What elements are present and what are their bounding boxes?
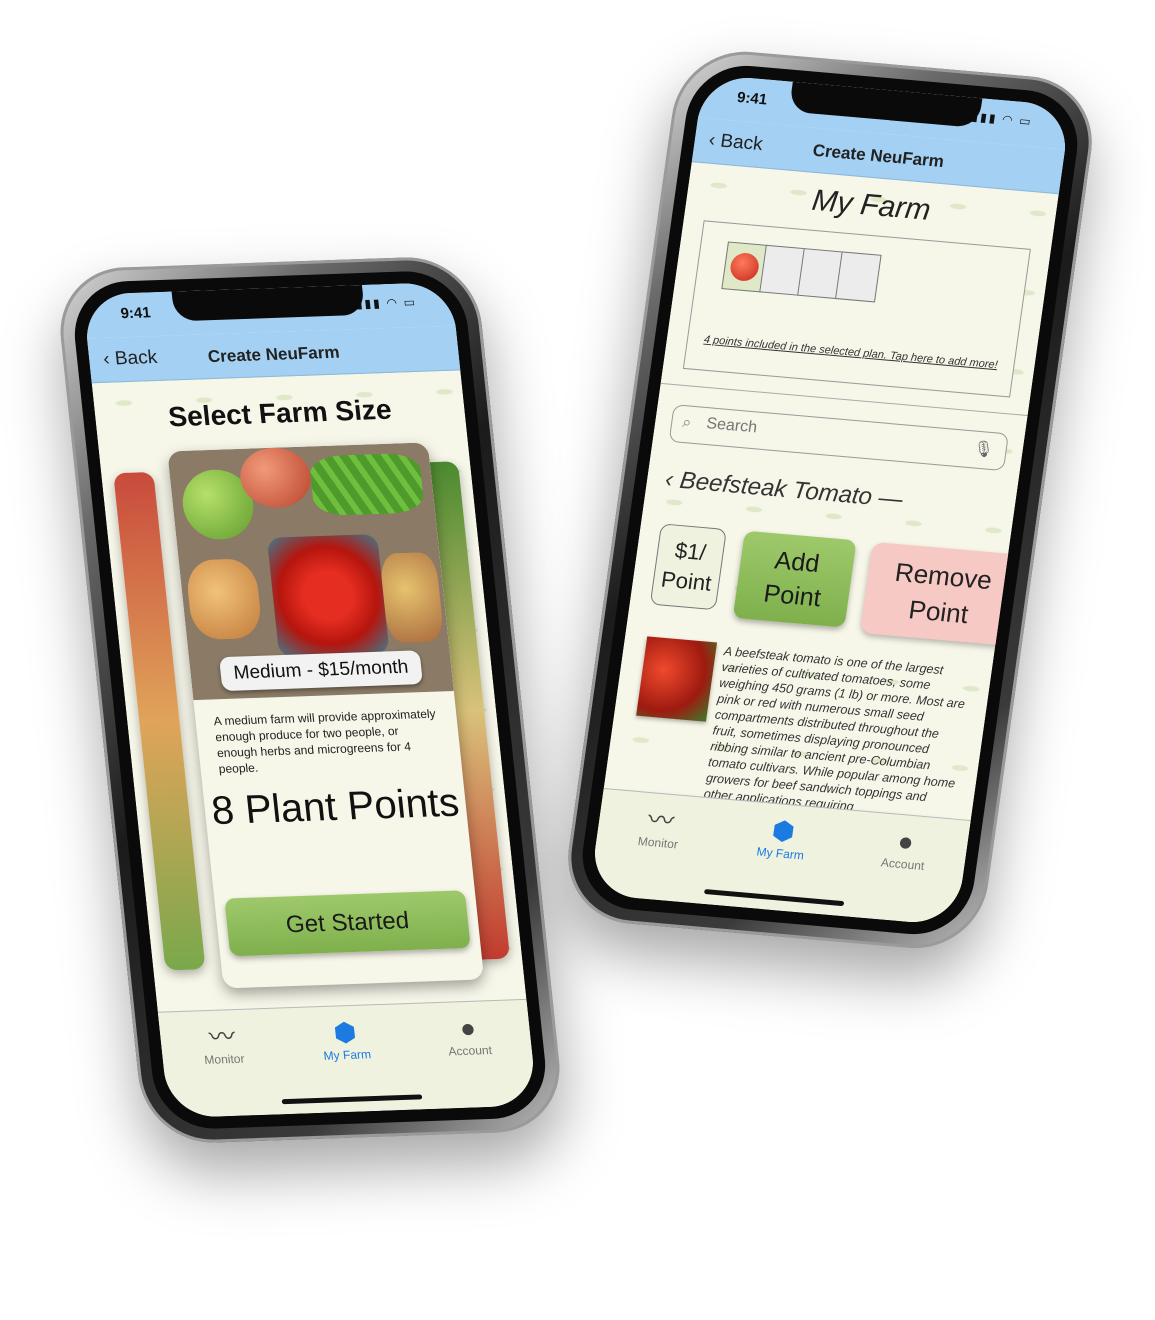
tomato-icon xyxy=(728,251,761,283)
size-description: A medium farm will provide approximately… xyxy=(212,706,437,777)
search-icon: ⌕ xyxy=(681,414,693,432)
microphone-icon[interactable]: 🎙 xyxy=(972,438,995,460)
get-started-button[interactable]: Get Started xyxy=(224,890,471,957)
price-line-2: Point xyxy=(659,566,714,596)
nav-title: Create NeuFarm xyxy=(206,342,341,367)
pulse-icon: 〰 xyxy=(207,1021,237,1052)
left-phone: 9:41 ▮▮▮ ◠ ▭ ‹ Back Create NeuFarm Selec… xyxy=(53,255,567,1145)
farm-grid[interactable]: 4 points included in the selected plan. … xyxy=(682,220,1031,398)
tab-label: Account xyxy=(880,855,926,874)
status-time: 9:41 xyxy=(735,88,769,109)
remove-point-button[interactable]: Remove Point xyxy=(859,541,1023,647)
tab-label: Account xyxy=(447,1043,493,1059)
left-screen: 9:41 ▮▮▮ ◠ ▭ ‹ Back Create NeuFarm Selec… xyxy=(82,281,538,1119)
tab-label: My Farm xyxy=(322,1047,372,1063)
right-phone: 9:41 ▮▮▮ ◠ ▭ ‹ Back Create NeuFarm My Fa… xyxy=(559,45,1101,955)
farm-icon: ⬢ xyxy=(331,1016,358,1048)
tab-account[interactable]: ● Account xyxy=(421,1010,521,1109)
price-per-point: $1/ Point xyxy=(649,523,727,611)
plant-points: 8 Plant Points xyxy=(209,780,462,834)
crop-image xyxy=(636,636,718,722)
page-title: Select Farm Size xyxy=(166,393,393,433)
tab-label: Monitor xyxy=(637,834,679,852)
add-points-link[interactable]: 4 points included in the selected plan. … xyxy=(687,332,1014,372)
signal-wifi-battery-icon: ▮▮▮ ◠ ▭ xyxy=(355,295,418,312)
phone-bezel: 9:41 ▮▮▮ ◠ ▭ ‹ Back Create NeuFarm Selec… xyxy=(69,269,551,1131)
tab-label: Monitor xyxy=(203,1051,246,1067)
crop-description: A beefsteak tomato is one of the largest… xyxy=(702,644,966,814)
phone-bezel: 9:41 ▮▮▮ ◠ ▭ ‹ Back Create NeuFarm My Fa… xyxy=(575,61,1085,939)
tab-account[interactable]: ● Account xyxy=(850,822,953,925)
search-input[interactable] xyxy=(702,413,970,457)
crop-header: ‹ Beefsteak Tomato — xyxy=(663,466,904,514)
person-icon: ● xyxy=(895,825,916,857)
person-icon: ● xyxy=(458,1012,478,1044)
tab-monitor[interactable]: 〰 Monitor xyxy=(605,800,708,903)
tab-label: My Farm xyxy=(755,844,805,863)
right-screen: 9:41 ▮▮▮ ◠ ▭ ‹ Back Create NeuFarm My Fa… xyxy=(588,73,1072,927)
pulse-icon: 〰 xyxy=(646,804,677,837)
farm-icon: ⬢ xyxy=(770,814,797,847)
search-bar[interactable]: ⌕ 🎙 xyxy=(668,404,1010,472)
tab-monitor[interactable]: 〰 Monitor xyxy=(175,1019,275,1118)
crop-name: Beefsteak Tomato — xyxy=(678,466,905,514)
status-time: 9:41 xyxy=(119,304,152,323)
add-point-button[interactable]: Add Point xyxy=(732,530,857,628)
farm-slot-empty[interactable] xyxy=(835,251,882,303)
size-label: Medium - $15/month xyxy=(219,650,423,692)
signal-wifi-battery-icon: ▮▮▮ ◠ ▭ xyxy=(970,109,1034,129)
